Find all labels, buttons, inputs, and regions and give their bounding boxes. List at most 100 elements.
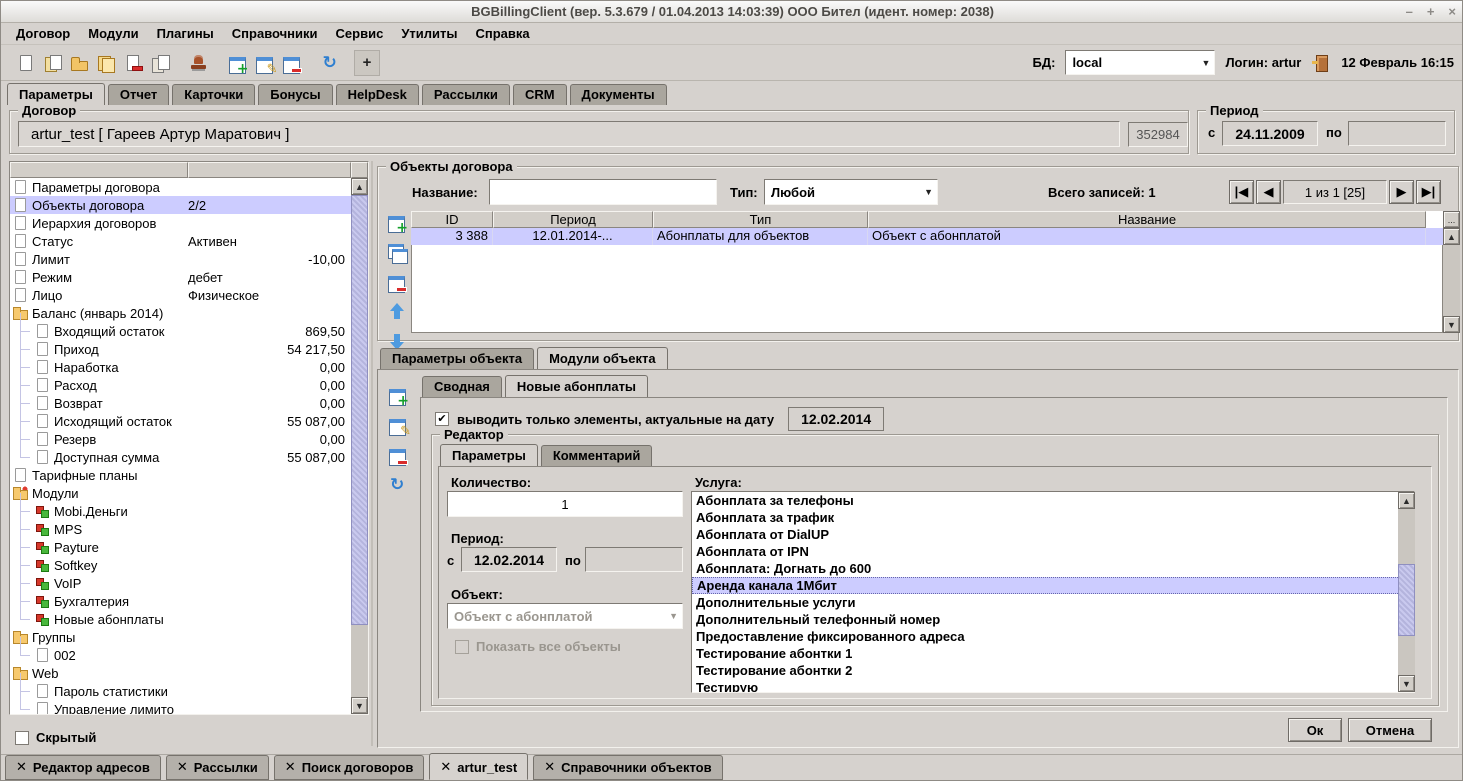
tree-item[interactable]: Режимдебет	[10, 268, 351, 286]
close-icon[interactable]: ✕	[177, 759, 188, 775]
service-item[interactable]: Абонплата за телефоны	[692, 492, 1414, 509]
tab-Бонусы[interactable]: Бонусы	[258, 84, 332, 105]
editor-to-field[interactable]	[585, 547, 683, 572]
scroll-down-icon[interactable]: ▼	[1443, 316, 1460, 333]
table-row[interactable]: 3 38812.01.2014-...Абонплаты для объекто…	[411, 228, 1443, 245]
maximize-button[interactable]: +	[1427, 1, 1435, 23]
task-Поиск договоров[interactable]: ✕Поиск договоров	[274, 755, 425, 780]
window-edit-icon-button[interactable]	[386, 414, 410, 436]
service-item[interactable]: Предоставление фиксированного адреса	[692, 628, 1414, 645]
documents-stack-icon-button[interactable]	[92, 49, 119, 76]
tab-Отчет[interactable]: Отчет	[108, 84, 169, 105]
tree-scrollbar-thumb[interactable]	[351, 195, 368, 625]
column-header-Тип[interactable]: Тип	[653, 211, 868, 228]
close-icon[interactable]: ✕	[544, 759, 555, 775]
column-header-Название[interactable]: Название	[868, 211, 1426, 228]
window-remove-icon-button[interactable]	[385, 271, 409, 293]
remove-document-icon-button[interactable]	[119, 49, 146, 76]
tree-item[interactable]: Модули	[10, 484, 351, 502]
tree-item[interactable]: Параметры договора	[10, 178, 351, 196]
service-item[interactable]: Абонплата: Догнать до 600	[692, 560, 1414, 577]
window-remove-icon-button[interactable]	[386, 444, 410, 466]
tree-item[interactable]: Возврат0,00	[10, 394, 351, 412]
tab-Сводная[interactable]: Сводная	[422, 376, 502, 397]
tree-item[interactable]: Исходящий остаток55 087,00	[10, 412, 351, 430]
tree-item[interactable]: Новые абонплаты	[10, 610, 351, 628]
tree-item[interactable]: Mobi.Деньги	[10, 502, 351, 520]
tree-item[interactable]: Резерв0,00	[10, 430, 351, 448]
window-edit-icon-button[interactable]	[251, 49, 278, 76]
service-scrollbar-thumb[interactable]	[1398, 564, 1415, 636]
tree-item[interactable]: Softkey	[10, 556, 351, 574]
close-icon[interactable]: ✕	[440, 759, 451, 775]
windows-copy-icon-button[interactable]	[385, 241, 409, 263]
tree-item[interactable]: Входящий остаток869,50	[10, 322, 351, 340]
tab-Комментарий[interactable]: Комментарий	[541, 445, 653, 466]
scroll-down-icon[interactable]: ▼	[1398, 675, 1415, 692]
close-icon[interactable]: ✕	[285, 759, 296, 775]
task-Справочники объектов[interactable]: ✕Справочники объектов	[533, 755, 722, 780]
contract-title-field[interactable]: artur_test [ Гареев Артур Маратович ]	[18, 121, 1120, 147]
stamp-icon-button[interactable]	[185, 49, 212, 76]
column-header-Период[interactable]: Период	[493, 211, 653, 228]
menu-item[interactable]: Сервис	[327, 24, 393, 43]
menu-item[interactable]: Плагины	[148, 24, 223, 43]
service-item[interactable]: Тестирование абонтки 2	[692, 662, 1414, 679]
window-add-icon-button[interactable]	[385, 211, 409, 233]
tab-Параметры[interactable]: Параметры	[440, 444, 538, 466]
service-item[interactable]: Дополнительный телефонный номер	[692, 611, 1414, 628]
service-item[interactable]: Абонплата за трафик	[692, 509, 1414, 526]
editor-from-field[interactable]: 12.02.2014	[461, 547, 557, 572]
tree-item[interactable]: Web	[10, 664, 351, 682]
tree-item[interactable]: Лимит-10,00	[10, 250, 351, 268]
tab-Рассылки[interactable]: Рассылки	[422, 84, 510, 105]
tree-item[interactable]: Наработка0,00	[10, 358, 351, 376]
pager-next-button[interactable]: ▶	[1389, 180, 1414, 204]
scroll-down-icon[interactable]: ▼	[351, 697, 368, 714]
pager-last-button[interactable]: ▶|	[1416, 180, 1441, 204]
service-item[interactable]: Абонплата от DialUP	[692, 526, 1414, 543]
menu-item[interactable]: Модули	[79, 24, 147, 43]
paste-document-icon-button[interactable]	[146, 49, 173, 76]
service-item[interactable]: Тестирование абонтки 1	[692, 645, 1414, 662]
menu-item[interactable]: Справка	[466, 24, 538, 43]
db-select[interactable]: local ▼	[1065, 50, 1215, 75]
tree-header-cell[interactable]	[188, 162, 351, 178]
object-name-input[interactable]	[489, 179, 717, 205]
window-add-icon-button[interactable]	[386, 384, 410, 406]
menu-item[interactable]: Утилиты	[392, 24, 466, 43]
tree-item[interactable]: Группы	[10, 628, 351, 646]
quantity-input[interactable]: 1	[447, 491, 683, 517]
tree-item[interactable]: Управление лимито	[10, 700, 351, 714]
tree-item[interactable]: ЛицоФизическое	[10, 286, 351, 304]
service-list-scrollbar[interactable]: ▲ ▼	[1398, 492, 1415, 692]
period-from-field[interactable]: 24.11.2009	[1222, 121, 1318, 146]
refresh-icon-button[interactable]	[317, 49, 344, 76]
open-folder-icon-button[interactable]	[65, 49, 92, 76]
service-item[interactable]: Дополнительные услуги	[692, 594, 1414, 611]
tab-CRM[interactable]: CRM	[513, 84, 567, 105]
service-item[interactable]: Абонплата от IPN	[692, 543, 1414, 560]
tab-Новые абонплаты[interactable]: Новые абонплаты	[505, 375, 648, 397]
more-columns-button[interactable]: ...	[1443, 211, 1460, 228]
tab-Параметры объекта[interactable]: Параметры объекта	[380, 348, 534, 369]
tree-item[interactable]: Бухгалтерия	[10, 592, 351, 610]
copy-document-icon-button[interactable]	[38, 49, 65, 76]
tab-Модули объекта[interactable]: Модули объекта	[537, 347, 668, 369]
task-Рассылки[interactable]: ✕Рассылки	[166, 755, 269, 780]
period-to-field[interactable]	[1348, 121, 1446, 146]
new-document-icon-button[interactable]	[11, 49, 38, 76]
tab-Карточки[interactable]: Карточки	[172, 84, 255, 105]
hidden-checkbox[interactable]: ✔	[15, 731, 29, 745]
task-Редактор адресов[interactable]: ✕Редактор адресов	[5, 755, 161, 780]
minimize-button[interactable]: –	[1406, 1, 1413, 23]
service-item[interactable]: Аренда канала 1Мбит	[692, 577, 1414, 594]
tree-item[interactable]: Баланс (январь 2014)	[10, 304, 351, 322]
close-button[interactable]: ×	[1448, 1, 1456, 23]
tab-HelpDesk[interactable]: HelpDesk	[336, 84, 419, 105]
cancel-button[interactable]: Отмена	[1348, 718, 1432, 742]
scroll-up-icon[interactable]: ▲	[1398, 492, 1415, 509]
tree-item[interactable]: Расход0,00	[10, 376, 351, 394]
tree-item[interactable]: Иерархия договоров	[10, 214, 351, 232]
tab-Параметры[interactable]: Параметры	[7, 83, 105, 105]
